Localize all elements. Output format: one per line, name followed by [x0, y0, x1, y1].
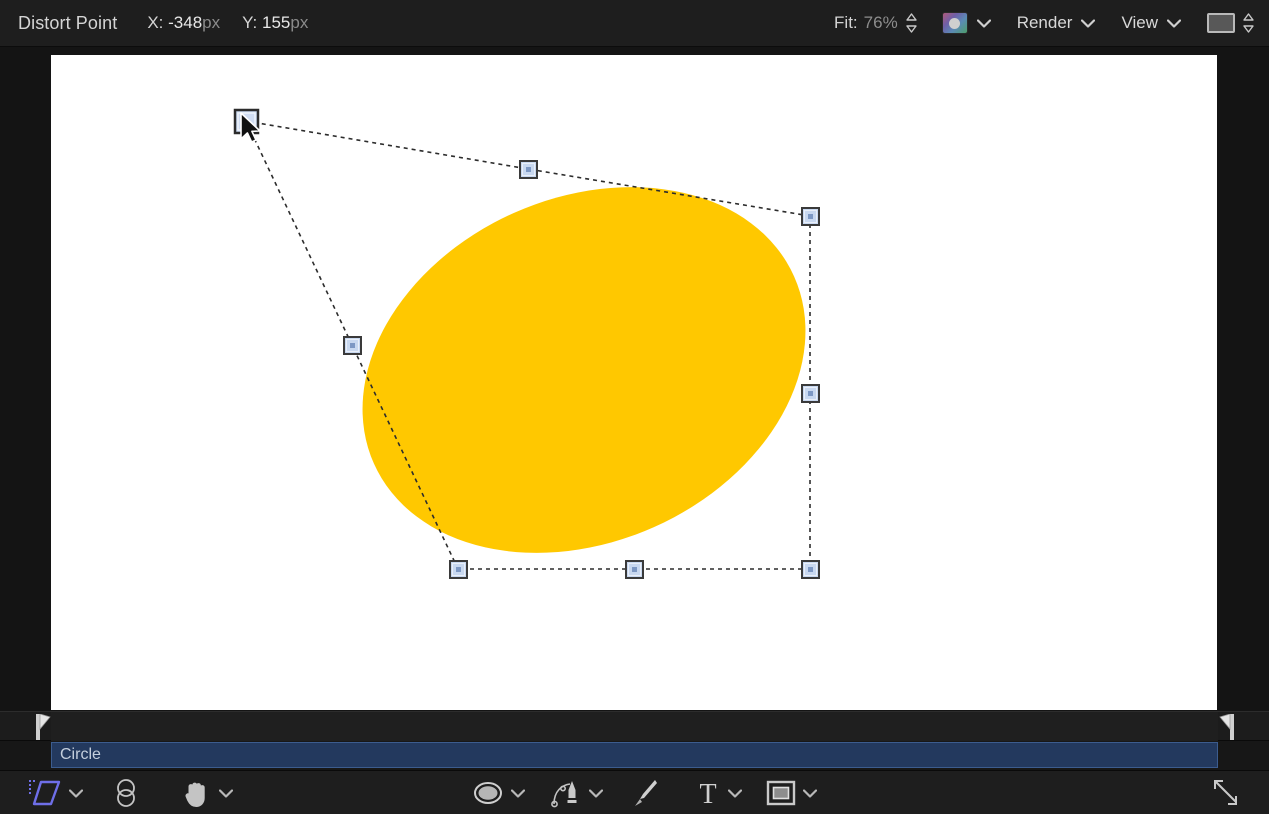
handle-bottom-center[interactable] — [625, 560, 644, 579]
chevron-down-icon[interactable] — [69, 788, 83, 798]
chevron-down-icon — [1167, 16, 1181, 30]
viewer-canvas-area[interactable] — [0, 47, 1269, 711]
timeline-layer-name: Circle — [60, 746, 101, 763]
mini-timeline: Circle — [0, 711, 1269, 770]
pan-hand-tool[interactable] — [182, 771, 233, 814]
pointer-x-value: -348 — [168, 13, 203, 32]
pointer-x-label: X: — [147, 13, 164, 32]
paint-brush-tool[interactable] — [630, 771, 660, 814]
pointer-x-readout: X: -348px — [147, 13, 220, 33]
zoom-fit-label: Fit: — [834, 13, 858, 32]
chevron-down-icon[interactable] — [976, 16, 991, 30]
view-menu-button[interactable]: View — [1121, 13, 1181, 33]
render-menu-label: Render — [1016, 13, 1073, 32]
active-tool-title: Distort Point — [18, 12, 118, 33]
handle-top-right[interactable] — [801, 207, 820, 226]
timeline-layer-bar-circle[interactable]: Circle — [51, 742, 1218, 768]
shape-ellipse-tool[interactable] — [472, 771, 525, 814]
stepper-up-down-icon[interactable] — [905, 12, 918, 34]
resize-viewer-handle[interactable] — [1210, 771, 1242, 814]
play-range-in-marker[interactable] — [36, 713, 52, 740]
three-d-transform-tool[interactable] — [110, 771, 142, 814]
handle-bottom-right[interactable] — [801, 560, 820, 579]
chevron-down-icon[interactable] — [219, 788, 233, 798]
ellipse-shape-icon — [474, 782, 502, 804]
resize-diagonal-icon — [1214, 780, 1237, 805]
timeline-ruler[interactable] — [0, 711, 1269, 741]
bezier-pen-tool[interactable] — [550, 771, 603, 814]
ellipse-fill[interactable] — [304, 119, 864, 620]
text-icon: T — [699, 779, 716, 808]
handle-middle-left[interactable] — [343, 336, 362, 355]
canvas-shape-layer — [233, 108, 864, 620]
chevron-down-icon[interactable] — [511, 788, 525, 798]
pointer-y-value: 155 — [262, 13, 291, 32]
text-tool[interactable]: T — [695, 771, 742, 814]
viewport-background-swatch-icon[interactable] — [1207, 13, 1235, 33]
stepper-up-down-icon[interactable] — [1242, 12, 1255, 34]
handle-bottom-left[interactable] — [449, 560, 468, 579]
timeline-track-row: Circle — [0, 741, 1269, 770]
distort-icon — [29, 780, 61, 806]
pointer-y-unit: px — [290, 13, 309, 32]
chevron-down-icon — [1081, 16, 1096, 30]
zoom-fit-value: 76% — [863, 13, 898, 32]
paint-brush-icon — [635, 780, 657, 806]
top-toolbar: Distort Point X: -348px Y: 155px Fit: 76… — [0, 0, 1269, 47]
pointer-y-readout: Y: 155px — [242, 13, 308, 33]
svg-text:T: T — [699, 779, 716, 808]
project-canvas[interactable] — [51, 55, 1217, 710]
pointer-y-label: Y: — [242, 13, 258, 32]
handle-middle-right[interactable] — [801, 384, 820, 403]
render-quality-color-control[interactable] — [918, 12, 991, 34]
bottom-toolbar: T — [0, 770, 1269, 814]
color-gradient-swatch-icon[interactable] — [941, 12, 968, 34]
chevron-down-icon[interactable] — [589, 788, 603, 798]
orbit-3d-icon — [117, 779, 135, 807]
chevron-down-icon[interactable] — [728, 788, 742, 798]
view-menu-label: View — [1121, 13, 1158, 32]
chevron-down-icon[interactable] — [803, 788, 817, 798]
mask-rectangle-icon — [766, 780, 796, 806]
timeline-ruler-track[interactable] — [51, 712, 1218, 741]
mask-rectangle-tool[interactable] — [766, 771, 817, 814]
zoom-fit-control[interactable]: Fit: 76% — [834, 12, 918, 34]
render-menu-button[interactable]: Render — [1017, 13, 1096, 33]
play-range-out-marker[interactable] — [1218, 713, 1234, 740]
pointer-x-unit: px — [202, 13, 221, 32]
handle-top-center[interactable] — [519, 160, 538, 179]
viewport-layout-control[interactable] — [1181, 12, 1255, 34]
transform-distort-tool[interactable] — [28, 771, 83, 814]
shape-circle — [304, 119, 864, 620]
top-toolbar-left: Distort Point X: -348px Y: 155px — [0, 13, 308, 34]
top-toolbar-right: Fit: 76% Render View — [834, 12, 1269, 34]
pen-bezier-icon — [551, 781, 577, 808]
motion-canvas-window: Distort Point X: -348px Y: 155px Fit: 76… — [0, 0, 1269, 814]
hand-icon — [185, 782, 205, 808]
